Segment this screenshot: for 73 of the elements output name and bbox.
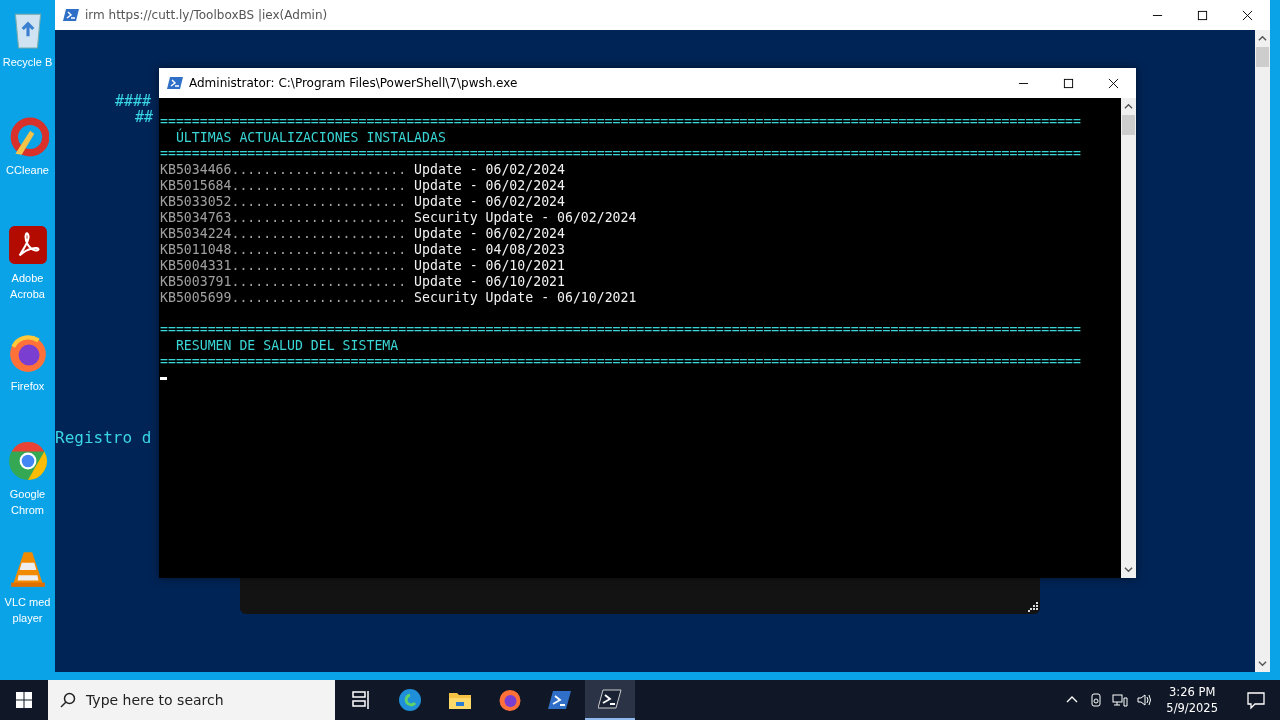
update-description: Update - 06/02/2024 (414, 162, 565, 177)
chrome-icon (6, 440, 49, 482)
desktop-icon-label[interactable]: Acroba (10, 286, 45, 302)
kb-number: KB5003791 (160, 274, 232, 289)
clock-time[interactable]: 3:26 PM (1169, 684, 1216, 700)
text-cursor (160, 376, 167, 380)
edge-icon[interactable] (398, 688, 422, 712)
scrollbar[interactable] (1121, 98, 1136, 578)
window-title: irm https://cutt.ly/ToolboxBS |iex(Admin) (85, 8, 329, 22)
clock-date[interactable]: 5/9/2025 (1166, 700, 1218, 716)
firefox-icon[interactable] (498, 688, 522, 712)
dot-leader: ...................... (231, 258, 407, 273)
scrollbar-thumb[interactable] (1256, 47, 1269, 67)
console-text: Registro d (55, 428, 152, 447)
desktop-icon-label[interactable]: CCleane (6, 162, 49, 178)
kb-number: KB5034763 (160, 210, 232, 225)
section-heading: RESUMEN DE SALUD DEL SISTEMA (175, 338, 399, 353)
windows-start-icon[interactable] (16, 692, 32, 708)
desktop-icon-label[interactable]: VLC med (4, 594, 51, 610)
update-description: Security Update - 06/02/2024 (414, 210, 637, 225)
dot-leader: ...................... (231, 290, 407, 305)
section-heading: ÚLTIMAS ACTUALIZACIONES INSTALADAS (175, 130, 446, 145)
desktop-icon-label[interactable]: Google (9, 486, 46, 502)
separator-line: ==================================================================================================================== (160, 322, 1081, 337)
desktop-icon-label[interactable]: player (12, 610, 43, 626)
update-description: Update - 06/10/2021 (414, 258, 565, 273)
hash-marks: ## (135, 108, 154, 126)
kb-number: KB5015684 (160, 178, 232, 193)
terminal-icon[interactable] (598, 687, 622, 711)
powershell-icon (63, 7, 79, 23)
update-description: Update - 06/10/2021 (414, 274, 565, 289)
search-field[interactable]: Type here to search (48, 680, 335, 720)
dot-leader: ...................... (231, 274, 407, 289)
pdf-document-icon (6, 224, 49, 266)
scroll-up-icon[interactable] (1124, 102, 1133, 111)
kb-number: KB5034224 (160, 226, 232, 241)
powershell-icon (167, 75, 183, 91)
network-icon[interactable] (1112, 692, 1129, 708)
kb-number: KB5033052 (160, 194, 232, 209)
dot-leader: ...................... (231, 194, 407, 209)
scroll-down-icon[interactable] (1258, 659, 1267, 668)
desktop-icon-label[interactable]: Firefox (10, 378, 45, 394)
update-description: Update - 06/02/2024 (414, 178, 565, 193)
dot-leader: ...................... (231, 242, 407, 257)
hash-marks: #### (115, 92, 152, 110)
dot-leader: ...................... (231, 226, 407, 241)
desktop-icon-label[interactable]: Adobe (11, 270, 44, 286)
scroll-up-icon[interactable] (1258, 34, 1267, 43)
kb-number: KB5005699 (160, 290, 232, 305)
update-description: Update - 06/02/2024 (414, 194, 565, 209)
notification-icon[interactable] (1246, 690, 1266, 710)
scrollbar[interactable] (1255, 30, 1270, 672)
update-description: Security Update - 06/10/2021 (414, 290, 637, 305)
search-icon (60, 692, 76, 708)
speaker-icon[interactable] (1136, 692, 1153, 708)
window-title: Administrator: C:\Program Files\PowerShell\7\pwsh.exe (189, 76, 519, 90)
separator-line: ==================================================================================================================== (160, 114, 1081, 129)
kb-number: KB5004331 (160, 258, 232, 273)
desktop-icon-label[interactable]: Recycle B (2, 54, 53, 70)
powershell-icon[interactable] (548, 688, 572, 712)
resize-grip-icon[interactable] (1028, 602, 1038, 612)
separator-line: ==================================================================================================================== (160, 354, 1081, 369)
dot-leader: ...................... (231, 178, 407, 193)
separator-line: ==================================================================================================================== (160, 146, 1081, 161)
dot-leader: ...................... (231, 162, 407, 177)
desktop-icon-label[interactable]: Chrom (11, 502, 44, 518)
update-description: Update - 04/08/2023 (414, 242, 565, 257)
scrollbar-thumb[interactable] (1122, 115, 1135, 135)
scroll-down-icon[interactable] (1124, 565, 1133, 574)
kb-number: KB5011048 (160, 242, 232, 257)
kb-number: KB5034466 (160, 162, 232, 177)
update-description: Update - 06/02/2024 (414, 226, 565, 241)
dot-leader: ...................... (231, 210, 407, 225)
